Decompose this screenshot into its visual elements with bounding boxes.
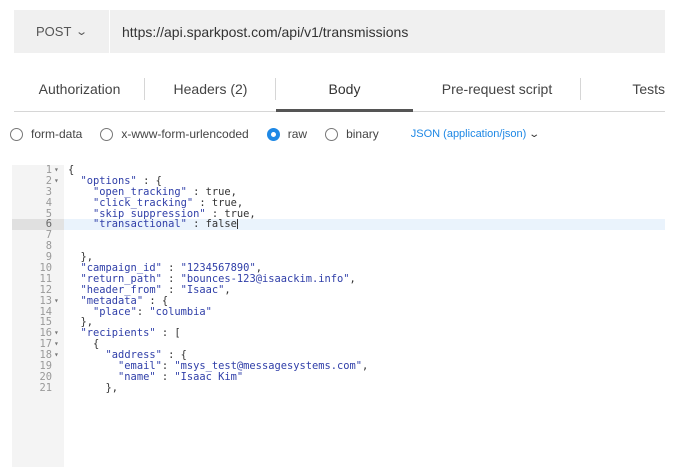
- code-line: 6 "transactional" : false: [12, 218, 665, 231]
- tab-headers[interactable]: Headers (2): [145, 67, 276, 111]
- request-bar: POST ⌄ https://api.sparkpost.com/api/v1/…: [14, 10, 665, 53]
- line-number: 21: [39, 381, 52, 394]
- content-type-dropdown[interactable]: JSON (application/json) ⌄: [410, 128, 541, 140]
- chevron-down-icon: ⌄: [75, 26, 89, 38]
- fold-arrow-icon[interactable]: ▾: [54, 328, 64, 339]
- content-type-label: JSON (application/json): [410, 128, 527, 140]
- tab-body[interactable]: Body: [276, 67, 413, 112]
- body-type-raw[interactable]: raw: [266, 127, 307, 141]
- radio-icon[interactable]: [10, 127, 23, 141]
- line-number: 4: [45, 196, 52, 209]
- fold-arrow-icon[interactable]: ▾: [54, 176, 64, 187]
- chevron-down-icon: ⌄: [528, 128, 541, 140]
- body-type-urlencoded[interactable]: x-www-form-urlencoded: [100, 127, 249, 141]
- code-line: 8: [12, 241, 665, 252]
- code-line: 21 },: [12, 381, 665, 394]
- code-line: 7: [12, 230, 665, 241]
- tab-pre-request-script[interactable]: Pre-request script: [413, 67, 581, 111]
- body-type-form-data[interactable]: form-data: [10, 127, 82, 141]
- tab-tests[interactable]: Tests: [581, 67, 665, 111]
- fold-arrow-icon[interactable]: ▾: [54, 350, 64, 361]
- method-label: POST: [36, 24, 72, 39]
- code-line: 14 "place": "columbia": [12, 306, 665, 318]
- url-input[interactable]: https://api.sparkpost.com/api/v1/transmi…: [110, 24, 408, 40]
- request-tabs: Authorization Headers (2) Body Pre-reque…: [14, 67, 665, 112]
- body-type-selector: form-data x-www-form-urlencoded raw bina…: [10, 124, 541, 144]
- radio-icon[interactable]: [100, 127, 114, 141]
- code-line: 16 ▾ "recipients" : [: [12, 328, 665, 339]
- radio-selected-icon[interactable]: [266, 127, 280, 141]
- line-text: "transactional" : false: [93, 218, 238, 231]
- body-type-binary[interactable]: binary: [325, 127, 379, 141]
- code-editor[interactable]: 1 ▾{2 ▾ "options" : {3 "open_tracking" : t…: [12, 165, 665, 467]
- line-text: },: [68, 381, 119, 394]
- fold-arrow-icon[interactable]: ▾: [54, 165, 64, 176]
- tab-authorization[interactable]: Authorization: [14, 67, 145, 111]
- fold-arrow-icon[interactable]: ▾: [54, 296, 64, 307]
- method-selector[interactable]: POST ⌄: [14, 10, 110, 53]
- line-number: 13: [39, 294, 52, 307]
- code-lines: 1 ▾{2 ▾ "options" : {3 "open_tracking" : t…: [12, 165, 665, 394]
- fold-arrow-icon[interactable]: ▾: [54, 339, 64, 350]
- radio-icon[interactable]: [325, 127, 339, 141]
